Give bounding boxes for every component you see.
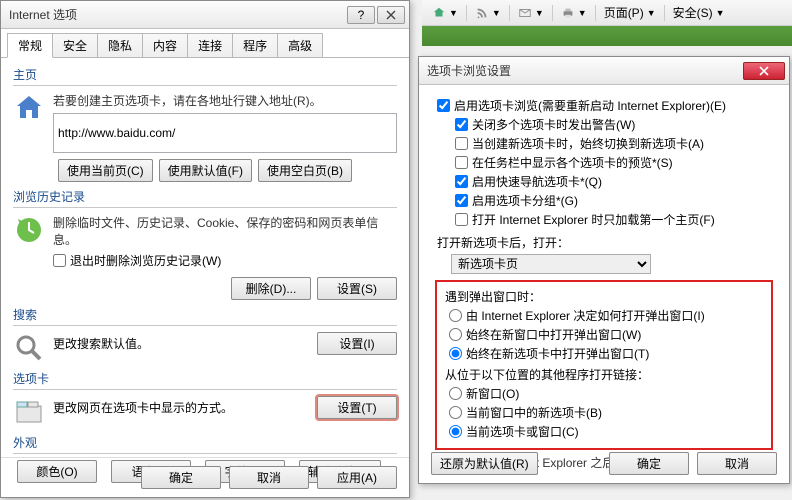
tab-advanced[interactable]: 高级: [277, 33, 323, 57]
dialog-titlebar: Internet 选项 ?: [1, 1, 409, 29]
home-group-title: 主页: [13, 66, 397, 84]
tab-security[interactable]: 安全: [52, 33, 98, 57]
safety-menu[interactable]: 安全(S)▼: [671, 3, 727, 22]
link-new-tab-radio[interactable]: 当前窗口中的新选项卡(B): [449, 404, 763, 421]
warn-close-checkbox[interactable]: 关闭多个选项卡时发出警告(W): [455, 116, 775, 133]
home-hint: 若要创建主页选项卡，请在各地址行键入地址(R)。: [53, 92, 397, 109]
dialog-title: 选项卡浏览设置: [427, 62, 743, 79]
internet-options-dialog: Internet 选项 ? 常规 安全 隐私 内容 连接 程序 高级 主页 若要…: [0, 0, 410, 498]
history-group-title: 浏览历史记录: [13, 188, 397, 206]
home-icon: [13, 92, 45, 124]
quick-nav-checkbox[interactable]: 启用快速导航选项卡*(Q): [455, 173, 775, 190]
close-button[interactable]: [743, 62, 785, 80]
print-icon[interactable]: ▼: [559, 5, 589, 21]
delete-button[interactable]: 删除(D)...: [231, 277, 311, 300]
feed-icon[interactable]: ▼: [473, 5, 503, 21]
tab-connections[interactable]: 连接: [187, 33, 233, 57]
open-new-select[interactable]: 新选项卡页: [451, 254, 651, 274]
home-icon[interactable]: ▼: [430, 5, 460, 21]
history-group: 浏览历史记录 删除临时文件、历史记录、Cookie、保存的密码和网页表单信息。 …: [13, 188, 397, 300]
search-icon: [13, 332, 45, 364]
dialog-title: Internet 选项: [9, 6, 347, 23]
tab-general[interactable]: 常规: [7, 33, 53, 58]
highlighted-section: 遇到弹出窗口时： 由 Internet Explorer 决定如何打开弹出窗口(…: [435, 280, 773, 450]
search-group: 搜索 更改搜索默认值。 设置(I): [13, 306, 397, 364]
use-default-button[interactable]: 使用默认值(F): [159, 159, 252, 182]
popup-ie-decide-radio[interactable]: 由 Internet Explorer 决定如何打开弹出窗口(I): [449, 307, 763, 324]
help-button[interactable]: ?: [347, 6, 375, 24]
tabs-settings-button[interactable]: 设置(T): [317, 396, 397, 419]
tab-privacy[interactable]: 隐私: [97, 33, 143, 57]
tabs-icon: [13, 396, 45, 428]
tabs-group: 选项卡 更改网页在选项卡中显示的方式。 设置(T): [13, 370, 397, 428]
first-home-checkbox[interactable]: 打开 Internet Explorer 时只加载第一个主页(F): [455, 211, 775, 228]
ok-button[interactable]: 确定: [609, 452, 689, 475]
tab-strip: 常规 安全 隐私 内容 连接 程序 高级: [1, 29, 409, 58]
link-title: 从位于以下位置的其他程序打开链接：: [445, 366, 763, 383]
history-icon: [13, 214, 45, 246]
restore-defaults-button[interactable]: 还原为默认值(R): [431, 452, 538, 475]
home-group: 主页 若要创建主页选项卡，请在各地址行键入地址(R)。 使用当前页(C) 使用默…: [13, 66, 397, 182]
search-hint: 更改搜索默认值。: [53, 335, 149, 352]
link-new-window-radio[interactable]: 新窗口(O): [449, 385, 763, 402]
switch-new-checkbox[interactable]: 当创建新选项卡时，始终切换到新选项卡(A): [455, 135, 775, 152]
page-menu[interactable]: 页面(P)▼: [602, 3, 658, 22]
tab-content[interactable]: 内容: [142, 33, 188, 57]
use-current-button[interactable]: 使用当前页(C): [58, 159, 153, 182]
search-group-title: 搜索: [13, 306, 397, 324]
history-settings-button[interactable]: 设置(S): [317, 277, 397, 300]
use-blank-button[interactable]: 使用空白页(B): [258, 159, 352, 182]
delete-on-exit-checkbox[interactable]: 退出时删除浏览历史记录(W): [53, 252, 397, 269]
tab-programs[interactable]: 程序: [232, 33, 278, 57]
taskbar-preview-checkbox[interactable]: 在任务栏中显示各个选项卡的预览*(S): [455, 154, 775, 171]
open-new-label: 打开新选项卡后，打开：: [437, 234, 775, 251]
dialog-titlebar: 选项卡浏览设置: [419, 57, 789, 85]
page-menu-label: 页面(P): [604, 4, 644, 21]
browser-toolbar: ▼ ▼ ▼ ▼ 页面(P)▼ 安全(S)▼: [422, 0, 792, 26]
search-settings-button[interactable]: 设置(I): [317, 332, 397, 355]
cancel-button[interactable]: 取消: [229, 466, 309, 489]
browser-greenbar: [422, 26, 792, 46]
popup-new-window-radio[interactable]: 始终在新窗口中打开弹出窗口(W): [449, 326, 763, 343]
mail-icon[interactable]: ▼: [516, 5, 546, 21]
tabs-group-title: 选项卡: [13, 370, 397, 388]
tab-groups-checkbox[interactable]: 启用选项卡分组*(G): [455, 192, 775, 209]
enable-tabs-checkbox[interactable]: 启用选项卡浏览(需要重新启动 Internet Explorer)(E): [437, 97, 775, 114]
history-hint: 删除临时文件、历史记录、Cookie、保存的密码和网页表单信息。: [53, 214, 397, 248]
apply-button[interactable]: 应用(A): [317, 466, 397, 489]
home-url-input[interactable]: [53, 113, 397, 153]
popup-title: 遇到弹出窗口时：: [445, 288, 763, 305]
tab-settings-dialog: 选项卡浏览设置 启用选项卡浏览(需要重新启动 Internet Explorer…: [418, 56, 790, 484]
close-button[interactable]: [377, 6, 405, 24]
link-current-radio[interactable]: 当前选项卡或窗口(C): [449, 423, 763, 440]
ok-button[interactable]: 确定: [141, 466, 221, 489]
tabs-hint: 更改网页在选项卡中显示的方式。: [53, 399, 233, 416]
safety-menu-label: 安全(S): [673, 4, 713, 21]
appearance-group-title: 外观: [13, 434, 397, 452]
cancel-button[interactable]: 取消: [697, 452, 777, 475]
popup-new-tab-radio[interactable]: 始终在新选项卡中打开弹出窗口(T): [449, 345, 763, 362]
